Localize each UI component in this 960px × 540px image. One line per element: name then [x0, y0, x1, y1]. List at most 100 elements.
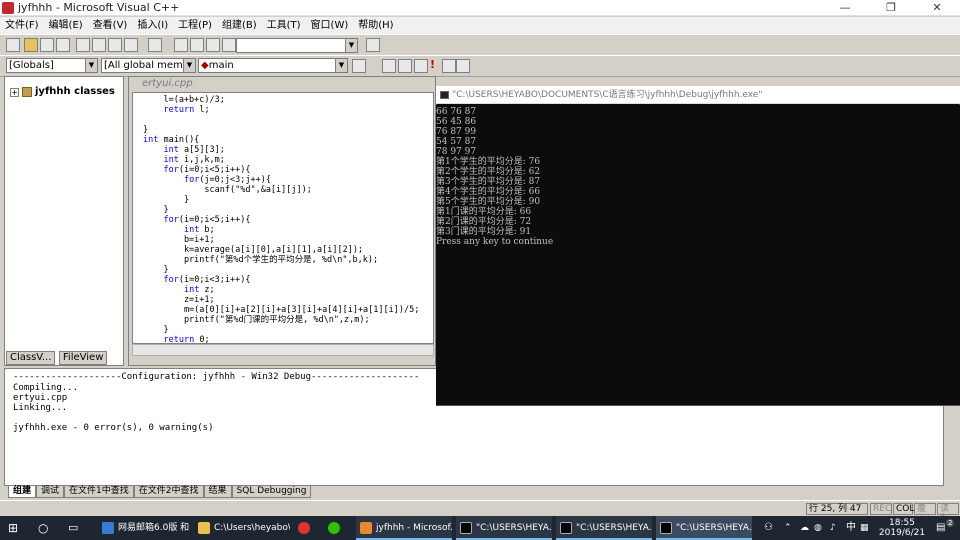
execute-icon[interactable]: !: [430, 58, 435, 71]
save-icon[interactable]: [40, 38, 54, 52]
taskbar-item-label: 网易邮箱6.0版 和 ...: [118, 523, 190, 533]
tab-classview[interactable]: ClassV...: [6, 351, 56, 365]
cut-icon[interactable]: [76, 38, 90, 52]
filter-combo[interactable]: [All global members ▼: [101, 58, 196, 73]
clock[interactable]: 18:55 2019/6/21: [872, 518, 932, 538]
code-line: z=i+1;: [143, 295, 215, 305]
minimize-button[interactable]: —: [822, 0, 868, 16]
code-line: l=(a+b+c)/3;: [143, 95, 225, 105]
tab-find-in-files-2[interactable]: 在文件2中查找: [133, 486, 204, 498]
windows-start-icon[interactable]: ⊞: [8, 516, 24, 540]
build-icon[interactable]: [398, 59, 412, 73]
output-line: Linking...: [13, 403, 68, 413]
menu-view[interactable]: 查看(V): [88, 17, 133, 34]
save-all-icon[interactable]: [56, 38, 70, 52]
taskbar-item-explorer[interactable]: C:\Users\heyabo\...: [194, 516, 290, 540]
tab-build[interactable]: 组建: [8, 486, 37, 498]
paste-icon[interactable]: [108, 38, 122, 52]
taskbar-netease-music[interactable]: [298, 516, 316, 540]
tab-results[interactable]: 结果: [203, 486, 232, 498]
taskbar-item-console-1[interactable]: "C:\USERS\HEYA...: [456, 516, 552, 540]
window-list-icon[interactable]: [206, 38, 220, 52]
search-icon[interactable]: [366, 38, 380, 52]
menu-help[interactable]: 帮助(H): [353, 17, 398, 34]
console-line: 第2个学生的平均分是: 62: [436, 167, 541, 177]
member-combo[interactable]: ◆main ▼: [198, 58, 348, 73]
console-line: Press any key to continue: [436, 237, 554, 247]
menu-edit[interactable]: 编辑(E): [44, 17, 88, 34]
show-hidden-icons-icon[interactable]: ⌃: [784, 516, 796, 540]
classes-folder-icon: [22, 87, 32, 97]
cloud-icon[interactable]: ☁: [800, 516, 812, 540]
taskbar-item-console-2[interactable]: "C:\USERS\HEYA...: [556, 516, 652, 540]
chevron-down-icon[interactable]: ▼: [183, 59, 195, 72]
redo-icon[interactable]: [148, 38, 162, 52]
chevron-down-icon[interactable]: ▼: [85, 59, 97, 72]
ime-settings-icon[interactable]: ▦: [860, 516, 872, 540]
compile-icon[interactable]: [382, 59, 396, 73]
wizard-actions-icon[interactable]: [352, 59, 366, 73]
tab-find-in-files-1[interactable]: 在文件1中查找: [64, 486, 134, 498]
code-line: }: [143, 325, 169, 335]
clock-date: 2019/6/21: [878, 528, 926, 538]
standard-toolbar: ▼: [0, 34, 960, 56]
stop-build-icon[interactable]: [414, 59, 428, 73]
menu-file[interactable]: 文件(F): [0, 17, 44, 34]
tab-sql-debugging[interactable]: SQL Debugging: [231, 486, 312, 498]
code-line: }: [143, 125, 149, 135]
taskbar-wechat[interactable]: [328, 516, 346, 540]
menu-project[interactable]: 工程(P): [173, 17, 217, 34]
find-in-files-icon[interactable]: [222, 38, 236, 52]
copy-icon[interactable]: [92, 38, 106, 52]
output-tabs: 组建 调试 在文件1中查找 在文件2中查找 结果 SQL Debugging: [8, 486, 708, 498]
find-combo[interactable]: ▼: [236, 38, 358, 53]
editor-file-tab[interactable]: ertyui.cpp: [132, 78, 432, 92]
tab-fileview[interactable]: FileView: [58, 351, 108, 365]
breakpoint-hand-icon[interactable]: [456, 59, 470, 73]
output-line: --------------------Configuration: jyfhh…: [13, 372, 420, 382]
console-icon: [660, 521, 672, 534]
console-icon: [440, 91, 449, 99]
console-icon: [560, 521, 572, 534]
expand-icon[interactable]: +: [10, 88, 19, 97]
code-line: return 0;: [163, 335, 210, 344]
taskbar-item-label: "C:\USERS\HEYA...: [576, 523, 652, 533]
close-button[interactable]: ✕: [914, 0, 960, 16]
netease-music-icon: [298, 521, 310, 534]
undo-icon[interactable]: [124, 38, 138, 52]
workspace-icon[interactable]: [174, 38, 188, 52]
status-col: COL: [893, 503, 914, 515]
tab-debug[interactable]: 调试: [36, 486, 65, 498]
console-line: 66 76 87: [436, 107, 477, 117]
taskbar-item-mail[interactable]: 网易邮箱6.0版 和 ...: [98, 516, 190, 540]
task-view-icon[interactable]: ▭: [68, 516, 82, 540]
taskbar-item-vcpp[interactable]: jyfhhh - Microsof...: [356, 516, 452, 540]
restore-button[interactable]: ❐: [868, 0, 914, 16]
title-bar: jyfhhh - Microsoft Visual C++ — ❐ ✕: [0, 0, 960, 16]
menu-build[interactable]: 组建(B): [217, 17, 262, 34]
member-combo-value: main: [208, 60, 234, 71]
code-line: int a[5][3];: [163, 145, 225, 155]
code-line: for(i=0;i<5;i++){: [163, 215, 251, 225]
open-folder-icon[interactable]: [24, 38, 38, 52]
taskbar-item-console-3[interactable]: "C:\USERS\HEYA...: [656, 516, 752, 540]
menu-window[interactable]: 窗口(W): [306, 17, 354, 34]
output-window-icon[interactable]: [190, 38, 204, 52]
ime-indicator[interactable]: 中: [846, 516, 858, 540]
workspace-tree-root[interactable]: jyfhhh classes: [35, 86, 115, 97]
editor-horizontal-scrollbar[interactable]: [132, 344, 434, 356]
code-editor[interactable]: l=(a+b+c)/3; return l; } int main(){ int …: [132, 92, 434, 344]
menu-insert[interactable]: 插入(I): [132, 17, 173, 34]
volume-icon[interactable]: ♪: [830, 516, 842, 540]
go-icon[interactable]: [442, 59, 456, 73]
cortana-icon[interactable]: ○: [38, 516, 52, 540]
menu-tools[interactable]: 工具(T): [262, 17, 306, 34]
class-combo[interactable]: [Globals] ▼: [6, 58, 98, 73]
network-icon[interactable]: ◍: [814, 516, 826, 540]
chevron-down-icon[interactable]: ▼: [335, 59, 347, 72]
people-icon[interactable]: ⚇: [764, 516, 776, 540]
status-rec: REC: [870, 503, 892, 515]
chevron-down-icon[interactable]: ▼: [345, 39, 357, 52]
taskbar-item-label: jyfhhh - Microsof...: [376, 523, 452, 533]
new-file-icon[interactable]: [6, 38, 20, 52]
